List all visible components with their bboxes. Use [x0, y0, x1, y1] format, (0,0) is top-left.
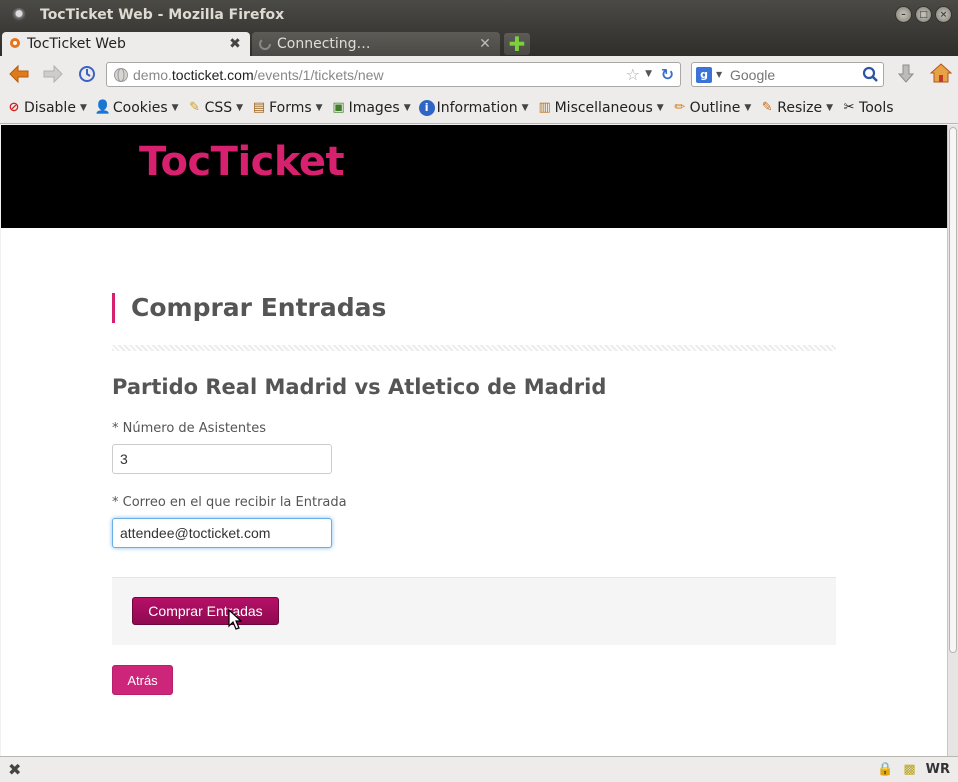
tools-icon: ✂ — [843, 100, 855, 115]
new-tab-button[interactable]: ✚ — [504, 33, 530, 55]
form-actions: Comprar Entradas — [112, 577, 836, 645]
tab-bar: TocTicket Web ✖ Connecting… ✕ ✚ — [0, 29, 958, 56]
menu-label: CSS — [204, 100, 233, 116]
close-tab-icon[interactable]: ✖ — [228, 36, 242, 52]
chevron-down-icon: ▼ — [744, 103, 752, 113]
url-dropdown-icon[interactable]: ▼ — [645, 69, 652, 79]
images-icon: ▣ — [332, 100, 345, 115]
menu-information[interactable]: i Information ▼ — [418, 100, 529, 116]
web-developer-toolbar: ⊘ Disable ▼ 👤 Cookies ▼ ✎ CSS ▼ ▤ Forms ▼ ▣ Image… — [0, 93, 958, 124]
scrollbar-thumb[interactable] — [949, 127, 957, 653]
close-tab-icon[interactable]: ✕ — [478, 36, 492, 52]
menu-outline[interactable]: ✏ Outline ▼ — [672, 100, 752, 116]
menu-label: Cookies — [112, 100, 168, 116]
chevron-down-icon: ▼ — [521, 103, 529, 113]
maximize-button[interactable]: □ — [915, 6, 932, 23]
close-addon-bar-icon[interactable]: ✖ — [8, 760, 21, 779]
site-logo[interactable]: TocTicket — [139, 139, 345, 185]
page-viewport: TocTicket Comprar Entradas Partido Real … — [1, 125, 947, 756]
resize-icon: ✎ — [761, 100, 773, 115]
download-icon[interactable] — [897, 63, 915, 85]
attendees-label: * Número de Asistentes — [112, 421, 267, 436]
event-name: Partido Real Madrid vs Atletico de Madri… — [112, 375, 607, 399]
loading-spinner-icon — [259, 38, 271, 50]
home-icon[interactable] — [930, 62, 952, 84]
back-button[interactable]: Atrás — [112, 665, 173, 695]
search-bar[interactable]: g ▼ — [691, 62, 884, 87]
status-bar: ✖ 🔒 ▩ WR — [0, 756, 958, 782]
forward-arrow-icon[interactable] — [42, 64, 64, 84]
page-title: Comprar Entradas — [112, 293, 386, 323]
menu-label: Forms — [269, 100, 312, 116]
menu-label: Information — [436, 100, 518, 116]
status-indicator-text[interactable]: WR — [926, 762, 950, 777]
mouse-cursor-icon — [228, 609, 242, 630]
bookmark-star-icon[interactable]: ☆ — [626, 65, 640, 84]
disable-icon: ⊘ — [8, 100, 20, 115]
chevron-down-icon: ▼ — [236, 103, 244, 113]
tab-connecting[interactable]: Connecting… ✕ — [252, 32, 500, 56]
search-engine-dropdown-icon[interactable]: ▼ — [716, 70, 722, 79]
site-header: TocTicket — [1, 125, 947, 228]
minimize-button[interactable]: – — [895, 6, 912, 23]
menu-forms[interactable]: ▤ Forms ▼ — [251, 100, 323, 116]
addon-icon[interactable]: ▩ — [903, 762, 915, 777]
attendees-input[interactable] — [112, 444, 332, 474]
email-label: * Correo en el que recibir la Entrada — [112, 495, 347, 510]
tab-label: TocTicket Web — [27, 36, 126, 52]
menu-cookies[interactable]: 👤 Cookies ▼ — [95, 100, 179, 116]
menu-label: Disable — [24, 100, 76, 116]
miscellaneous-icon: ▥ — [538, 100, 551, 115]
chevron-down-icon: ▼ — [656, 103, 664, 113]
menu-label: Outline — [689, 100, 741, 116]
status-indicators: 🔒 ▩ WR — [877, 762, 950, 777]
title-divider — [112, 345, 836, 351]
menu-images[interactable]: ▣ Images ▼ — [331, 100, 411, 116]
css-icon: ✎ — [189, 100, 201, 115]
information-icon: i — [418, 100, 435, 116]
close-window-button[interactable]: × — [935, 6, 952, 23]
search-icon[interactable] — [862, 66, 879, 83]
google-search-engine-icon[interactable]: g — [696, 66, 712, 83]
forms-icon: ▤ — [252, 100, 266, 115]
search-input[interactable] — [730, 66, 862, 83]
chevron-down-icon: ▼ — [315, 103, 323, 113]
chevron-down-icon: ▼ — [403, 103, 411, 113]
tab-tocticket[interactable]: TocTicket Web ✖ — [2, 32, 250, 56]
chevron-down-icon: ▼ — [826, 103, 834, 113]
outline-icon: ✏ — [674, 100, 686, 115]
submit-purchase-button[interactable]: Comprar Entradas — [132, 597, 279, 625]
chevron-down-icon: ▼ — [171, 103, 179, 113]
email-input[interactable] — [112, 518, 332, 548]
window-titlebar: TocTicket Web - Mozilla Firefox – □ × — [0, 0, 958, 29]
menu-css[interactable]: ✎ CSS ▼ — [187, 100, 243, 116]
menu-miscellaneous[interactable]: ▥ Miscellaneous ▼ — [537, 100, 664, 116]
menu-label: Images — [348, 100, 400, 116]
menu-label: Miscellaneous — [554, 100, 653, 116]
menu-disable[interactable]: ⊘ Disable ▼ — [6, 100, 87, 116]
menu-resize[interactable]: ✎ Resize ▼ — [759, 100, 833, 116]
menu-label: Tools — [859, 100, 894, 116]
history-icon[interactable] — [78, 65, 96, 83]
window-controls: – □ × — [895, 6, 952, 23]
reload-icon[interactable]: ↻ — [661, 65, 674, 84]
menu-tools[interactable]: ✂ Tools — [841, 100, 894, 116]
url-text: demo.tocticket.com/events/1/tickets/new — [133, 66, 384, 83]
lock-icon[interactable]: 🔒 — [877, 762, 893, 777]
menu-label: Resize — [777, 100, 823, 116]
vertical-scrollbar[interactable] — [947, 125, 958, 756]
window-title: TocTicket Web - Mozilla Firefox — [40, 6, 285, 23]
window-menu-icon[interactable] — [12, 7, 26, 22]
globe-icon — [114, 68, 128, 82]
cookies-icon: 👤 — [94, 100, 112, 115]
tocticket-favicon-icon — [10, 38, 20, 48]
tab-label: Connecting… — [277, 36, 371, 52]
chevron-down-icon: ▼ — [79, 103, 87, 113]
address-bar[interactable]: demo.tocticket.com/events/1/tickets/new … — [106, 62, 681, 87]
back-arrow-icon[interactable] — [8, 64, 30, 84]
